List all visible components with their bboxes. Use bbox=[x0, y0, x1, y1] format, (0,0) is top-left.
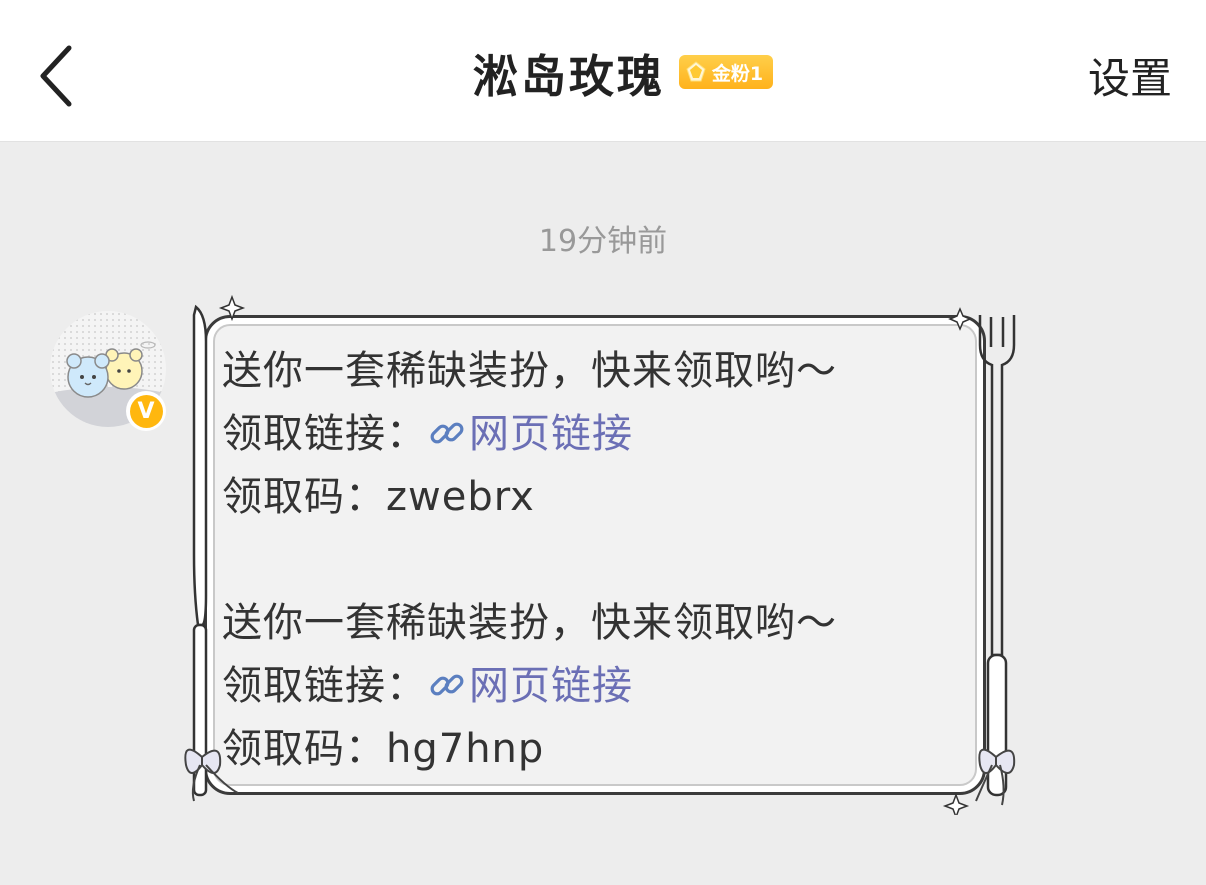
message-text: 送你一套稀缺装扮，快来领取哟～ 领取链接： 网页链接 领取码：zwebrx 送你… bbox=[222, 340, 962, 781]
code-line: 领取码：hg7hnp bbox=[222, 718, 962, 781]
link-prefix: 领取链接： bbox=[222, 663, 427, 709]
code-prefix: 领取码： bbox=[222, 474, 386, 520]
web-link-text: 网页链接 bbox=[469, 663, 633, 709]
link-icon bbox=[430, 422, 464, 444]
gem-icon bbox=[686, 61, 706, 82]
fan-level-badge: 金粉1 bbox=[678, 55, 774, 89]
verified-v-icon: V bbox=[129, 394, 163, 428]
fan-badge-label: 金粉1 bbox=[711, 62, 764, 85]
link-prefix: 领取链接： bbox=[222, 411, 427, 457]
verified-badge: V bbox=[126, 391, 166, 431]
code-prefix: 领取码： bbox=[222, 726, 386, 772]
redeem-code[interactable]: zwebrx bbox=[386, 474, 535, 520]
title-group: 淞岛玫瑰 金粉1 bbox=[0, 48, 1206, 106]
message-line: 送你一套稀缺装扮，快来领取哟～ bbox=[222, 600, 837, 646]
link-line: 领取链接： 网页链接 bbox=[222, 403, 962, 466]
nav-header: 淞岛玫瑰 金粉1 设置 bbox=[0, 0, 1206, 142]
message-line: 送你一套稀缺装扮，快来领取哟～ bbox=[222, 348, 837, 394]
settings-button[interactable]: 设置 bbox=[1088, 50, 1172, 108]
redeem-code[interactable]: hg7hnp bbox=[386, 726, 544, 772]
web-link-text: 网页链接 bbox=[469, 411, 633, 457]
message-timestamp: 19分钟前 bbox=[538, 224, 668, 259]
link-icon bbox=[430, 674, 464, 696]
code-line: 领取码：zwebrx bbox=[222, 466, 962, 529]
web-link[interactable]: 网页链接 bbox=[427, 663, 633, 709]
chat-title: 淞岛玫瑰 bbox=[472, 50, 665, 103]
link-line: 领取链接： 网页链接 bbox=[222, 655, 962, 718]
web-link[interactable]: 网页链接 bbox=[427, 411, 633, 457]
